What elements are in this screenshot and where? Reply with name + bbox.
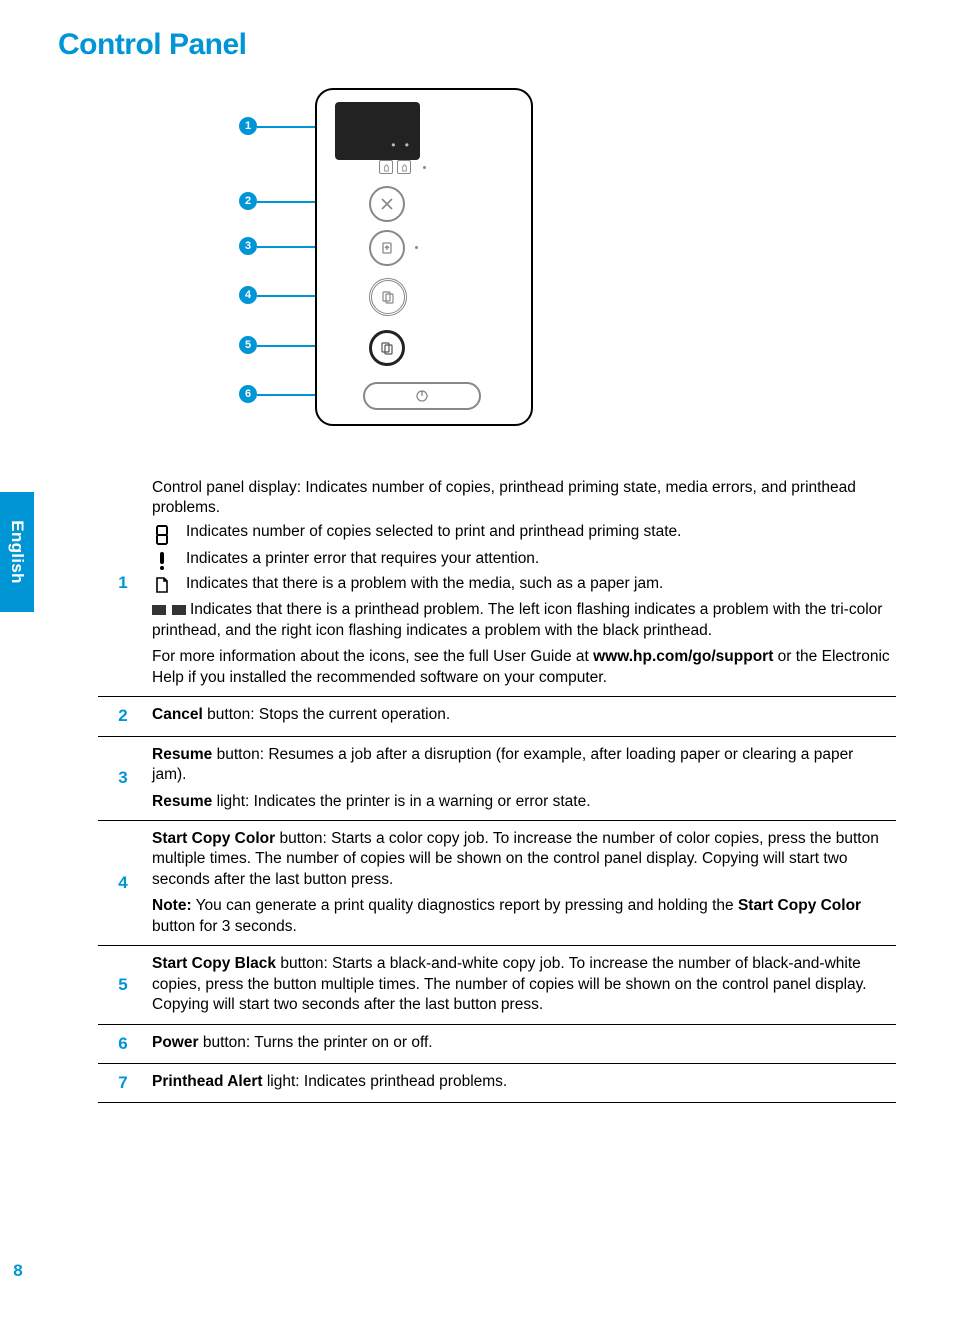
table-row: 5 Start Copy Black button: Starts a blac… (98, 946, 896, 1024)
row1-copies-text: Indicates number of copies selected to p… (186, 522, 681, 542)
row-number: 6 (98, 1024, 148, 1063)
media-problem-icon (152, 574, 172, 594)
table-row: 6 Power button: Turns the printer on or … (98, 1024, 896, 1063)
callout-1: 1 (239, 117, 257, 135)
table-row: 4 Start Copy Color button: Starts a colo… (98, 820, 896, 945)
resume-icon (379, 240, 395, 256)
note-label: Note: (152, 897, 192, 914)
start-copy-color-button[interactable] (369, 278, 407, 316)
printhead-problem-icon (152, 605, 186, 615)
table-row: 3 Resume button: Resumes a job after a d… (98, 736, 896, 820)
callout-6: 6 (239, 385, 257, 403)
display-dots: • • (391, 138, 412, 152)
language-label: English (7, 520, 27, 584)
resume-light (415, 246, 418, 249)
callout-2: 2 (239, 192, 257, 210)
page-number: 8 (4, 1261, 32, 1281)
row-number: 3 (98, 736, 148, 820)
copy-color-label: Start Copy Color (152, 830, 275, 847)
cancel-text: button: Stops the current operation. (203, 706, 450, 723)
copy-black-label: Start Copy Black (152, 955, 276, 972)
row1-printhead-text: Indicates that there is a printhead prob… (152, 601, 882, 638)
row-number: 2 (98, 697, 148, 736)
power-label: Power (152, 1034, 199, 1051)
copy-black-icon (379, 340, 395, 356)
resume-light-label: Resume (152, 793, 212, 810)
resume-button-label: Resume (152, 746, 212, 763)
table-row: 2 Cancel button: Stops the current opera… (98, 697, 896, 736)
note-text-a: You can generate a print quality diagnos… (192, 897, 738, 914)
note-text-b: button for 3 seconds. (152, 918, 297, 935)
note-button-name: Start Copy Color (738, 897, 861, 914)
printhead-icons-row (379, 160, 411, 174)
row1-more-url: www.hp.com/go/support (593, 648, 773, 665)
callout-4: 4 (239, 286, 257, 304)
cancel-label: Cancel (152, 706, 203, 723)
row1-more-a: For more information about the icons, se… (152, 648, 593, 665)
printhead-alert-light (423, 166, 426, 169)
copy-color-icon (380, 289, 396, 305)
printhead-alert-text: light: Indicates printhead problems. (263, 1073, 508, 1090)
callout-5: 5 (239, 336, 257, 354)
row1-media-text: Indicates that there is a problem with t… (186, 574, 663, 594)
resume-button-text: button: Resumes a job after a disruption… (152, 746, 853, 783)
resume-button[interactable] (369, 230, 405, 266)
row-number: 7 (98, 1064, 148, 1103)
description-content: 1 Control panel display: Indicates numbe… (98, 470, 896, 1103)
x-icon (379, 196, 395, 212)
row1-intro: Control panel display: Indicates number … (152, 478, 892, 519)
printhead-color-icon (379, 160, 393, 174)
printhead-black-icon (397, 160, 411, 174)
attention-icon (152, 549, 172, 571)
table-row: 7 Printhead Alert light: Indicates print… (98, 1064, 896, 1103)
resume-light-text: light: Indicates the printer is in a war… (212, 793, 590, 810)
copies-number-icon (152, 522, 172, 546)
row-number: 1 (98, 470, 148, 697)
row1-error-text: Indicates a printer error that requires … (186, 549, 539, 569)
page-title: Control Panel (0, 0, 954, 62)
row-number: 4 (98, 820, 148, 945)
table-row: 1 Control panel display: Indicates numbe… (98, 470, 896, 697)
start-copy-black-button[interactable] (369, 330, 405, 366)
row-number: 5 (98, 946, 148, 1024)
callout-3: 3 (239, 237, 257, 255)
control-panel-diagram: 1 2 3 4 5 6 7 • • (207, 82, 747, 442)
printhead-alert-label: Printhead Alert (152, 1073, 263, 1090)
description-table: 1 Control panel display: Indicates numbe… (98, 470, 896, 1103)
panel-display: • • (335, 102, 420, 160)
language-tab: English (0, 492, 34, 612)
power-button[interactable] (363, 382, 481, 410)
power-text: button: Turns the printer on or off. (199, 1034, 433, 1051)
printer-panel: • • (315, 88, 533, 426)
power-icon (415, 389, 429, 403)
cancel-button[interactable] (369, 186, 405, 222)
